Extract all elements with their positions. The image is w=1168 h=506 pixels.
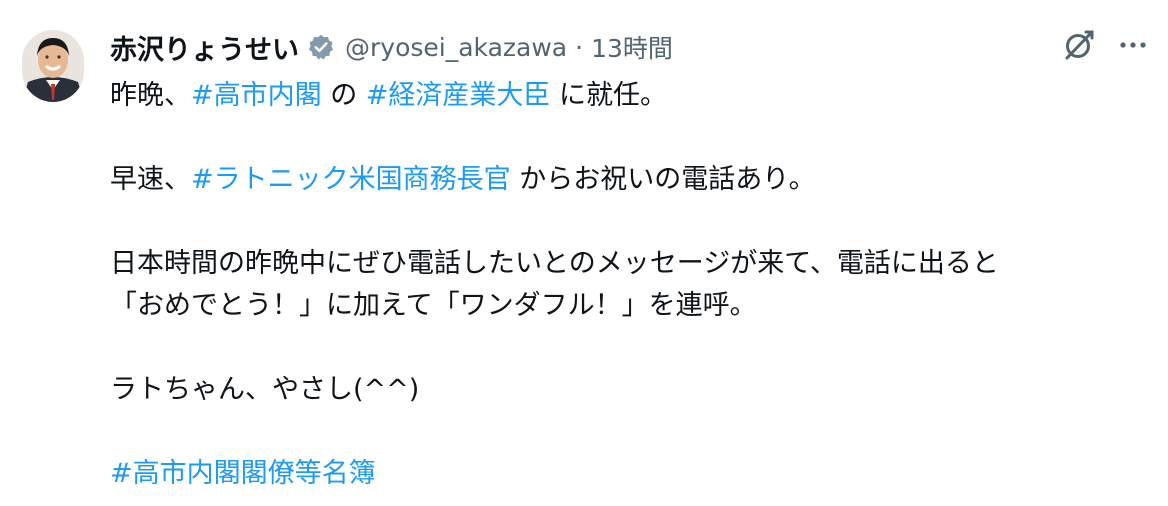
text-segment: の [321, 80, 366, 111]
paragraph-3-line-1: 日本時間の昨晩中にぜひ電話したいとのメッセージが来て、電話に出ると [110, 248, 999, 279]
paragraph-2: 早速、#ラトニック米国商務長官 からお祝いの電話あり。 [110, 159, 1150, 201]
paragraph-3-line-2: 「おめでとう！」に加えて「ワンダフル！」を連呼。 [110, 290, 757, 321]
avatar[interactable] [22, 30, 84, 102]
author-display-name[interactable]: 赤沢りょうせい [110, 28, 299, 67]
text-segment: に就任。 [550, 80, 668, 111]
hashtag-link[interactable]: #高市内閣 [191, 80, 322, 111]
hashtag-link[interactable]: #高市内閣閣僚等名簿 [110, 458, 376, 489]
post-timestamp[interactable]: 13時間 [591, 29, 673, 65]
grok-icon[interactable] [1062, 28, 1096, 62]
post-text: 昨晩、#高市内閣 の #経済産業大臣 に就任。 早速、#ラトニック米国商務長官 … [110, 75, 1150, 495]
text-segment: 昨晩、 [110, 80, 191, 111]
paragraph-4: ラトちゃん、やさし(^^) [110, 374, 420, 405]
text-segment: 早速、 [110, 164, 191, 195]
post: 赤沢りょうせい @ryosei_akazawa · 13時間 昨晩、#高市内閣 … [0, 0, 1168, 506]
text-segment: からお祝いの電話あり。 [510, 164, 816, 195]
header-separator: · [575, 32, 584, 62]
hashtag-link[interactable]: #ラトニック米国商務長官 [191, 164, 511, 195]
more-dots-icon[interactable] [1116, 28, 1150, 62]
hashtag-link[interactable]: #経済産業大臣 [366, 80, 551, 111]
verified-badge-icon [307, 33, 335, 61]
post-header: 赤沢りょうせい @ryosei_akazawa · 13時間 [110, 28, 673, 66]
author-handle[interactable]: @ryosei_akazawa [345, 33, 567, 62]
post-actions [1062, 28, 1150, 62]
paragraph-5: #高市内閣閣僚等名簿 [110, 453, 1150, 495]
avatar-image [22, 30, 84, 102]
paragraph-1: 昨晩、#高市内閣 の #経済産業大臣 に就任。 [110, 75, 1150, 117]
